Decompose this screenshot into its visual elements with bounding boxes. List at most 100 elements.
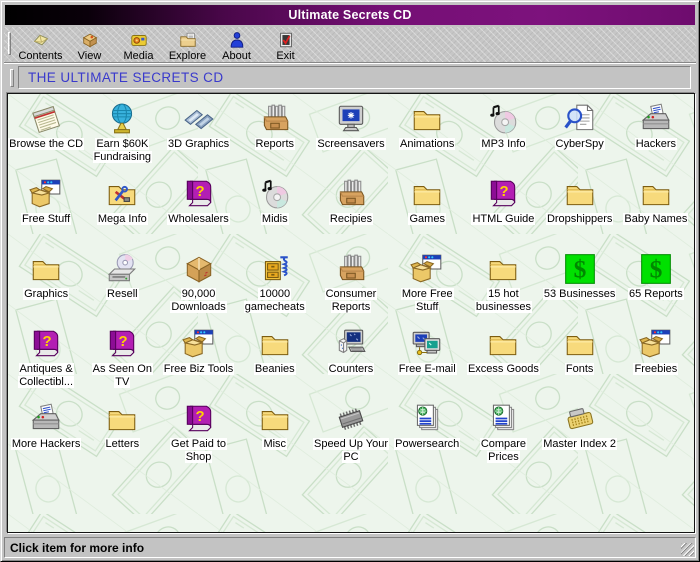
- status-text: Click item for more info: [10, 541, 144, 555]
- grid-item-mega-info[interactable]: Mega Info: [84, 171, 160, 246]
- grid-item-letters[interactable]: Letters: [84, 396, 160, 471]
- grid-item-15-hot-businesses[interactable]: 15 hot businesses: [465, 246, 541, 321]
- grid-item-antiques-collectibl[interactable]: ?Antiques & Collectibl...: [8, 321, 84, 396]
- grid-item-misc[interactable]: Misc: [237, 396, 313, 471]
- grid-item-midis[interactable]: Midis: [237, 171, 313, 246]
- resize-grip-icon[interactable]: [681, 543, 694, 556]
- grid-item-label: More Hackers: [11, 438, 81, 451]
- grid-item-label: Wholesalers: [167, 213, 230, 226]
- window-title: Ultimate Secrets CD: [288, 8, 411, 22]
- toolbar-button-explore[interactable]: Explore: [163, 30, 212, 62]
- grid-item-label: Letters: [105, 438, 141, 451]
- view-box-icon: [80, 30, 100, 49]
- grid-item-label: 53 Businesses: [543, 288, 617, 301]
- grid-item-label: Games: [408, 213, 445, 226]
- grid-item-mp3-info[interactable]: MP3 Info: [465, 96, 541, 171]
- grid-item-get-paid-to-shop[interactable]: ? Get Paid to Shop: [160, 396, 236, 471]
- grid-item-graphics[interactable]: Graphics: [8, 246, 84, 321]
- globe-icon: [105, 100, 139, 136]
- grid-item-cyberspy[interactable]: CyberSpy: [542, 96, 618, 171]
- grid-item-reports[interactable]: Reports: [237, 96, 313, 171]
- grid-item-freebies[interactable]: Freebies: [618, 321, 694, 396]
- toolbar-button-media[interactable]: Media: [114, 30, 163, 62]
- toolbar-button-contents[interactable]: Contents: [16, 30, 65, 62]
- toolbar: ContentsViewMedia Explore About Exit: [4, 27, 696, 63]
- grid-item-screensavers[interactable]: Screensavers: [313, 96, 389, 171]
- header-grip[interactable]: [10, 69, 14, 87]
- grid-item-master-index-2[interactable]: Master Index 2: [542, 396, 618, 471]
- svg-text:?: ?: [43, 334, 52, 350]
- status-bar: Click item for more info: [4, 537, 696, 558]
- grid-item-hackers[interactable]: Hackers: [618, 96, 694, 171]
- grid-item-free-e-mail[interactable]: Free E-mail: [389, 321, 465, 396]
- grid-item-label: Mega Info: [97, 213, 148, 226]
- grid-item-earn-60k-fundraising[interactable]: Earn $60K Fundraising: [84, 96, 160, 171]
- grid-item-compare-prices[interactable]: Compare Prices: [465, 396, 541, 471]
- grid-item-free-stuff[interactable]: Free Stuff: [8, 171, 84, 246]
- grid-item-counters[interactable]: Counters: [313, 321, 389, 396]
- grid-item-consumer-reports[interactable]: Consumer Reports: [313, 246, 389, 321]
- grid-item-label: Screensavers: [316, 138, 385, 151]
- toolbar-button-label: Explore: [169, 50, 206, 62]
- folder-icon: [258, 325, 292, 361]
- svg-text:?: ?: [195, 409, 204, 425]
- grid-item-label: Browse the CD: [8, 138, 84, 151]
- grid-item-label: Free Stuff: [21, 213, 71, 226]
- box-window-icon: [639, 325, 673, 361]
- grid-item-90-000-downloads[interactable]: 90,000 Downloads: [160, 246, 236, 321]
- content-area: Browse the CDEarn $60K Fundraising3D Gra…: [7, 93, 695, 533]
- grid-item-wholesalers[interactable]: ? Wholesalers: [160, 171, 236, 246]
- grid-item-10000-gamecheats[interactable]: 10000 gamecheats: [237, 246, 313, 321]
- index-device-icon: [563, 400, 597, 436]
- grid-item-excess-goods[interactable]: Excess Goods: [465, 321, 541, 396]
- grid-item-free-biz-tools[interactable]: Free Biz Tools: [160, 321, 236, 396]
- grid-item-speed-up-your-pc[interactable]: Speed Up Your PC: [313, 396, 389, 471]
- grid-item-65-reports[interactable]: $65 Reports: [618, 246, 694, 321]
- question-book-icon: ?: [182, 175, 216, 211]
- folder-icon: [639, 175, 673, 211]
- grid-item-label: Free E-mail: [398, 363, 457, 376]
- grid-item-baby-names[interactable]: Baby Names: [618, 171, 694, 246]
- computer-icon: [334, 325, 368, 361]
- application-window: Ultimate Secrets CD ContentsViewMedia Exp…: [0, 0, 700, 562]
- grid-item-label: Earn $60K Fundraising: [84, 138, 160, 164]
- svg-text:?: ?: [119, 334, 128, 350]
- grid-item-html-guide[interactable]: ?HTML Guide: [465, 171, 541, 246]
- toolbar-button-about[interactable]: About: [212, 30, 261, 62]
- grid-item-label: Recipies: [329, 213, 373, 226]
- toolbar-button-exit[interactable]: Exit: [261, 30, 310, 62]
- grid-item-label: Baby Names: [623, 213, 688, 226]
- grid-item-beanies[interactable]: Beanies: [237, 321, 313, 396]
- grid-item-fonts[interactable]: Fonts: [542, 321, 618, 396]
- toolbar-grip[interactable]: [8, 32, 11, 55]
- grid-item-more-hackers[interactable]: More Hackers: [8, 396, 84, 471]
- svg-text:?: ?: [500, 184, 509, 200]
- card-file-icon: [258, 100, 292, 136]
- grid-item-label: Master Index 2: [542, 438, 617, 451]
- grid-item-53-businesses[interactable]: $53 Businesses: [542, 246, 618, 321]
- dollar-icon: $: [563, 250, 597, 286]
- grid-item-more-free-stuff[interactable]: More Free Stuff: [389, 246, 465, 321]
- grid-item-label: Reports: [255, 138, 296, 151]
- grid-item-browse-the-cd[interactable]: Browse the CD: [8, 96, 84, 171]
- grid-item-dropshippers[interactable]: Dropshippers: [542, 171, 618, 246]
- toolbar-button-label: Exit: [276, 50, 294, 62]
- grid-item-3d-graphics[interactable]: 3D Graphics: [160, 96, 236, 171]
- grid-item-label: Dropshippers: [546, 213, 613, 226]
- grid-item-animations[interactable]: Animations: [389, 96, 465, 171]
- grid-item-label: Get Paid to Shop: [161, 438, 237, 464]
- grid-item-as-seen-on-tv[interactable]: ?As Seen On TV: [84, 321, 160, 396]
- header-bar: THE ULTIMATE SECRETS CD: [4, 65, 696, 91]
- grid-item-label: 90,000 Downloads: [161, 288, 237, 314]
- grid-item-games[interactable]: Games: [389, 171, 465, 246]
- grid-item-recipies[interactable]: Recipies: [313, 171, 389, 246]
- grid-item-label: Beanies: [254, 363, 296, 376]
- grid-item-resell[interactable]: Resell: [84, 246, 160, 321]
- grid-item-label: Hackers: [635, 138, 677, 151]
- grid-item-powersearch[interactable]: Powersearch: [389, 396, 465, 471]
- toolbar-button-view[interactable]: View: [65, 30, 114, 62]
- folder-icon: [563, 175, 597, 211]
- exit-door-icon: [276, 30, 296, 49]
- contents-icon: [31, 30, 51, 49]
- titlebar[interactable]: Ultimate Secrets CD: [5, 5, 695, 25]
